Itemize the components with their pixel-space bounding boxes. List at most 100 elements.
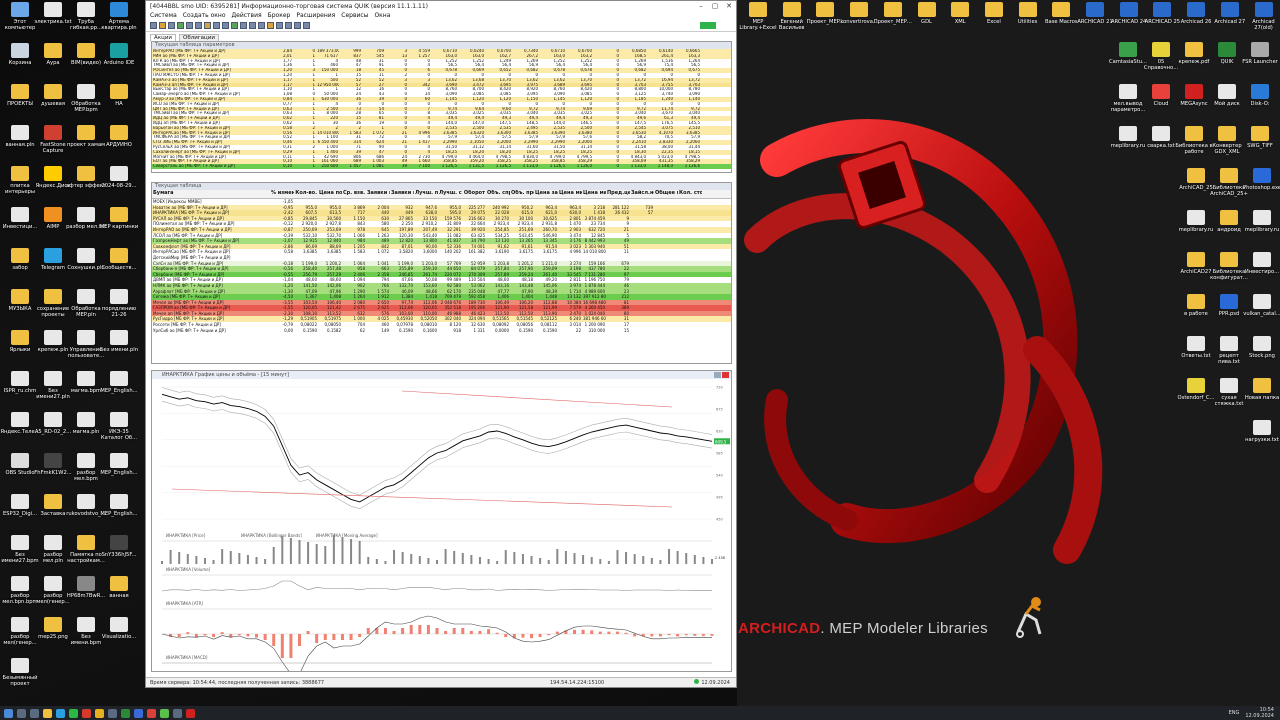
desktop-shortcut[interactable]: Photoshop.exe	[1242, 168, 1280, 208]
task-view-icon[interactable]	[30, 708, 39, 718]
desktop-shortcut[interactable]: порядлению 21-26	[99, 289, 139, 329]
language-indicator[interactable]: ENG	[1229, 710, 1240, 716]
quik-titlebar[interactable]: [4044BBL smo UID: 6395281] Информационно…	[146, 1, 736, 11]
toolbar-button-icon[interactable]	[177, 22, 184, 29]
column-header[interactable]: Кол-во.	[294, 190, 318, 198]
whatsapp-icon[interactable]	[69, 708, 78, 718]
column-header[interactable]: Ср. взв. цена	[342, 190, 366, 198]
table-row[interactable]: УрлСиб ао [МБ ФР: Т+ Акции и ДР] 0,00 0,15…	[152, 327, 731, 334]
telegram-icon[interactable]	[56, 708, 65, 718]
price-chart[interactable]: 609,5 450 495 540 585 630 675 720 ИНАРКТИКА [Pri…	[152, 379, 732, 671]
column-header[interactable]: Заявки прод.	[390, 190, 414, 198]
app-icon[interactable]	[173, 708, 182, 718]
toolbar-button-icon[interactable]	[186, 22, 193, 29]
menu-item[interactable]: Создать окно	[183, 12, 226, 19]
desktop-shortcut[interactable]: Инвестиро...	[1242, 252, 1280, 292]
column-header[interactable]: Пред.цена	[606, 190, 630, 198]
toolbar-button-icon[interactable]	[303, 22, 310, 29]
toolbar-button-icon[interactable]	[294, 22, 301, 29]
desktop-shortcut[interactable]: Archicad 27(old)	[1244, 2, 1280, 42]
toolbar-button-icon[interactable]	[249, 22, 256, 29]
app-icon[interactable]	[147, 708, 156, 718]
desktop-shortcut[interactable]: 2024-08-29...	[99, 166, 139, 206]
clock[interactable]: 10:54 12.09.2024	[1245, 707, 1274, 719]
toolbar-button-icon[interactable]	[159, 22, 166, 29]
desktop-shortcut[interactable]: MEP_English...	[99, 453, 139, 493]
toolbar-button-icon[interactable]	[213, 22, 220, 29]
column-header[interactable]: Цена макс.	[582, 190, 606, 198]
menu-item[interactable]: Брокер	[268, 12, 291, 19]
column-header[interactable]: Цена мин.	[558, 190, 582, 198]
column-header[interactable]: Цена послед.	[318, 190, 342, 198]
column-header[interactable]: Цена закр.	[534, 190, 558, 198]
search-icon[interactable]	[17, 708, 26, 718]
desktop-shortcut[interactable]: Без имени.pln	[99, 330, 139, 370]
maximize-icon[interactable]: ▢	[708, 2, 722, 10]
chrome-icon[interactable]	[95, 708, 104, 718]
column-header[interactable]: Зайсл.но сделки	[630, 190, 654, 198]
tab-bonds[interactable]: Облигации	[178, 34, 219, 41]
desktop-shortcut[interactable]: meplibrary.ru	[1242, 210, 1280, 250]
minimize-icon[interactable]: –	[694, 2, 708, 10]
column-header[interactable]: Лучш. прод.	[414, 190, 438, 198]
chart-close-icon[interactable]	[722, 372, 729, 378]
column-header[interactable]: Общее кол-во	[654, 190, 678, 198]
desktop-shortcut[interactable]: нагрузки.txt	[1242, 420, 1280, 460]
desktop-shortcut[interactable]: Новая папка	[1242, 378, 1280, 418]
app-icon[interactable]	[134, 708, 143, 718]
toolbar-button-icon[interactable]	[150, 22, 157, 29]
app-icon[interactable]	[186, 708, 195, 718]
column-header[interactable]: Оборот	[462, 190, 486, 198]
desktop-shortcut[interactable]: SnY336hJ5F...	[99, 535, 139, 575]
toolbar-button-icon[interactable]	[285, 22, 292, 29]
chart-header[interactable]: ИНАРКТИКА График цены и объёма - [15 мин…	[152, 371, 731, 379]
desktop-shortcut[interactable]: MEP картинки	[99, 207, 139, 247]
column-header[interactable]: Объ. спрос	[486, 190, 510, 198]
toolbar-button-icon[interactable]	[195, 22, 202, 29]
explorer-icon[interactable]	[43, 708, 52, 718]
menu-item[interactable]: Окна	[374, 12, 390, 19]
desktop-shortcut[interactable]: vulkan_catal...	[1242, 294, 1280, 334]
column-header[interactable]: % измен.	[270, 190, 294, 198]
tab-shares[interactable]: Акции	[150, 34, 176, 41]
toolbar-button-icon[interactable]	[168, 22, 175, 29]
toolbar-button-icon[interactable]	[276, 22, 283, 29]
desktop-shortcut[interactable]: MEP_English...	[99, 494, 139, 534]
connection-indicator-icon[interactable]	[700, 22, 716, 29]
table-row[interactable]: Северсталь ао [МБ ФР: Т+ Акции и ДР] 0,10…	[152, 164, 731, 169]
quik-taskbar-icon[interactable]	[121, 708, 130, 718]
desktop-shortcut[interactable]: НА	[99, 84, 139, 124]
desktop-shortcut[interactable]: АРДУИНО	[99, 125, 139, 165]
toolbar-button-icon[interactable]	[204, 22, 211, 29]
desktop-shortcut[interactable]: FSR Launcher	[1240, 42, 1280, 82]
app-icon[interactable]	[160, 708, 169, 718]
browser-icon[interactable]	[82, 708, 91, 718]
desktop-shortcut[interactable]: SWG_TIFF	[1240, 126, 1280, 166]
start-icon[interactable]	[4, 708, 13, 718]
menu-item[interactable]: Сервисы	[341, 12, 368, 19]
menu-item[interactable]: Расширения	[296, 12, 335, 19]
desktop-shortcut[interactable]: Артема квартира.pln	[99, 2, 139, 42]
menu-item[interactable]: Действия	[231, 12, 261, 19]
toolbar-button-icon[interactable]	[267, 22, 274, 29]
desktop-shortcut[interactable]: MEP_English...	[99, 371, 139, 411]
toolbar-button-icon[interactable]	[222, 22, 229, 29]
desktop-shortcut[interactable]: Stock.png	[1242, 336, 1280, 376]
desktop-shortcut[interactable]: ванная	[99, 576, 139, 616]
desktop-shortcut[interactable]: Arduino IDE	[99, 43, 139, 83]
desktop-shortcut[interactable]: ИКЭ-35 Каталог Об...	[99, 412, 139, 452]
toolbar-button-icon[interactable]	[240, 22, 247, 29]
app-icon[interactable]	[108, 708, 117, 718]
chart-settings-icon[interactable]	[714, 372, 721, 378]
menu-item[interactable]: Система	[150, 12, 177, 19]
column-header[interactable]: Кол. стороны	[678, 190, 702, 198]
desktop-shortcut[interactable]: Безымянный проект	[0, 658, 40, 698]
close-icon[interactable]: ✕	[722, 2, 736, 10]
column-header[interactable]: Заявки куп.	[366, 190, 390, 198]
toolbar-button-icon[interactable]	[231, 22, 238, 29]
column-header[interactable]: Бумага	[152, 190, 270, 198]
desktop-shortcut[interactable]: Disk-O:	[1240, 84, 1280, 124]
column-header[interactable]: Объ. предл.	[510, 190, 534, 198]
toolbar-button-icon[interactable]	[258, 22, 265, 29]
desktop-shortcut[interactable]: Сообществ...	[99, 248, 139, 288]
